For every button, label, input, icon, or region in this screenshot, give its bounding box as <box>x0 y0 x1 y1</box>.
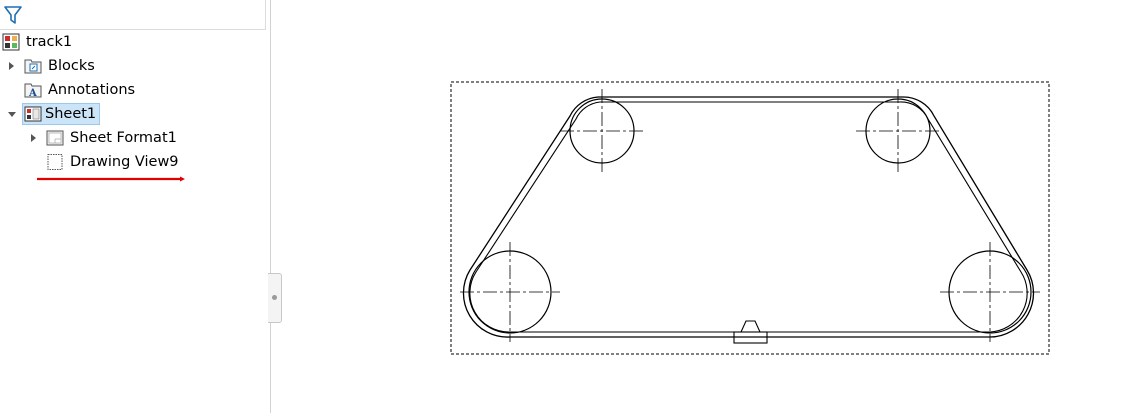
tree-item-label: Drawing View9 <box>70 154 179 170</box>
drawing-view-boundary <box>450 81 1050 355</box>
tree-filter-bar <box>0 0 266 30</box>
tree-item-annotations[interactable]: A Annotations <box>6 79 137 101</box>
tree-item-label: Sheet Format1 <box>70 130 177 146</box>
panel-splitter-handle[interactable] <box>268 273 282 323</box>
collapse-arrow-icon[interactable] <box>6 103 18 125</box>
annotations-folder-icon: A <box>24 83 42 99</box>
drawing-view-graphics[interactable] <box>283 0 1122 413</box>
tree-item-sheet1[interactable]: Sheet1 <box>6 103 101 125</box>
tree-item-track1[interactable]: track1 <box>2 31 74 53</box>
drawing-document-icon <box>2 33 20 51</box>
svg-text:A: A <box>28 88 37 99</box>
sheet-icon <box>24 106 42 122</box>
belt-inner-outline <box>469 101 1028 333</box>
tree-item-label: Sheet1 <box>45 106 97 122</box>
tree-item-sheet-format1[interactable]: Sheet Format1 <box>28 127 179 149</box>
selection-highlight: Sheet1 <box>22 103 101 125</box>
pulley-bottom-left <box>460 242 560 342</box>
expand-arrow-icon[interactable] <box>6 55 18 77</box>
belt-tensioner-tab <box>733 320 768 344</box>
funnel-filter-icon[interactable] <box>4 5 22 25</box>
tree-item-blocks[interactable]: Blocks <box>6 55 97 77</box>
expand-arrow-icon[interactable] <box>28 127 40 149</box>
feature-manager-tree: track1 Blocks A Annotations Sheet1 Sheet… <box>0 0 271 413</box>
tree-item-label: Annotations <box>48 82 136 98</box>
tree-item-label: track1 <box>26 34 73 50</box>
drawing-sheet-canvas[interactable] <box>283 0 1122 413</box>
sheet-format-icon <box>46 130 64 146</box>
tree-item-drawing-view9[interactable]: Drawing View9 <box>28 151 181 173</box>
tree-item-label: Blocks <box>48 58 95 74</box>
blocks-folder-icon <box>24 59 42 74</box>
pulley-bottom-right <box>940 242 1040 342</box>
grip-dot-icon <box>272 295 277 300</box>
red-underline-annotation <box>37 176 185 182</box>
drawing-view-icon <box>47 154 63 170</box>
belt-outer-outline <box>462 96 1035 338</box>
